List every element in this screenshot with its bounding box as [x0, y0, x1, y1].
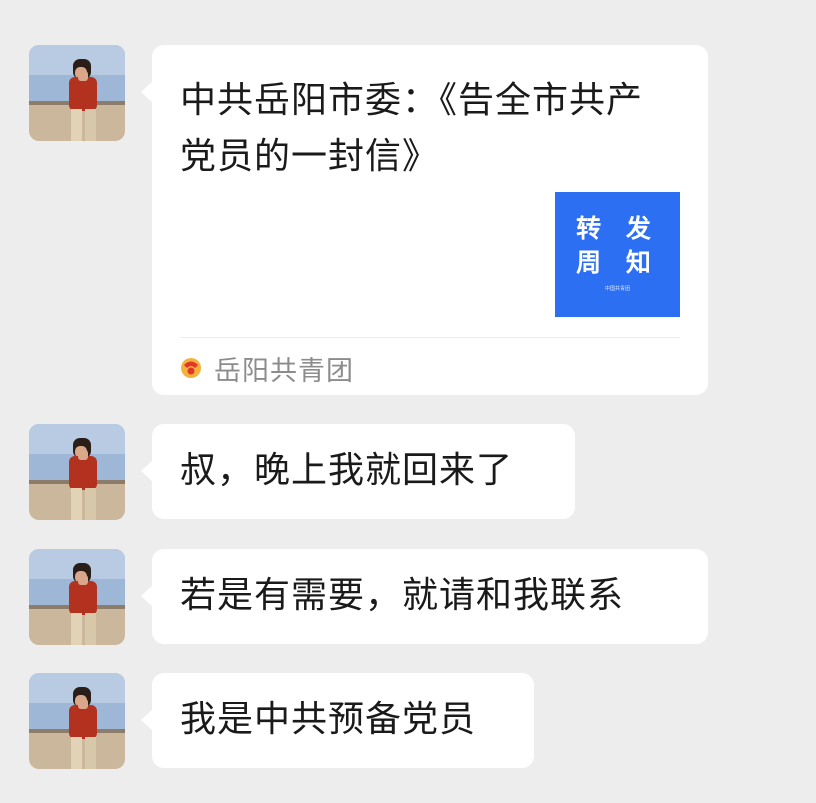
card-divider [180, 337, 680, 338]
sender-avatar[interactable] [29, 549, 125, 645]
thumbnail-line-2: 周 知 [576, 248, 659, 277]
thumbnail-line-1: 转 发 [576, 214, 659, 243]
link-card-source: 岳阳共青团 [180, 350, 354, 387]
link-card-thumbnail: 转 发 周 知 中国共青团 [555, 192, 680, 317]
avatar-photo [29, 424, 125, 520]
chat-view: 中共岳阳市委：《告全市共产党员的一封信》 转 发 周 知 中国共青团 岳阳共青团… [0, 0, 816, 803]
sender-avatar[interactable] [29, 424, 125, 520]
link-card-title: 中共岳阳市委：《告全市共产党员的一封信》 [180, 80, 644, 177]
source-account-name: 岳阳共青团 [214, 355, 354, 387]
message-text: 叔，晚上我就回来了 [180, 450, 514, 491]
message-text: 若是有需要，就请和我联系 [180, 575, 625, 616]
link-card-message[interactable]: 中共岳阳市委：《告全市共产党员的一封信》 转 发 周 知 中国共青团 岳阳共青团 [141, 45, 708, 395]
avatar-photo [29, 549, 125, 645]
message-text: 我是中共预备党员 [180, 699, 477, 740]
text-message[interactable]: 若是有需要，就请和我联系 [141, 549, 708, 644]
text-message[interactable]: 叔，晚上我就回来了 [141, 424, 575, 519]
avatar-photo [29, 45, 125, 141]
sender-avatar[interactable] [29, 45, 125, 141]
avatar-photo [29, 673, 125, 769]
text-message[interactable]: 我是中共预备党员 [141, 673, 534, 768]
youth-league-emblem-icon [181, 358, 201, 378]
sender-avatar[interactable] [29, 673, 125, 769]
thumbnail-caption: 中国共青团 [604, 286, 630, 292]
